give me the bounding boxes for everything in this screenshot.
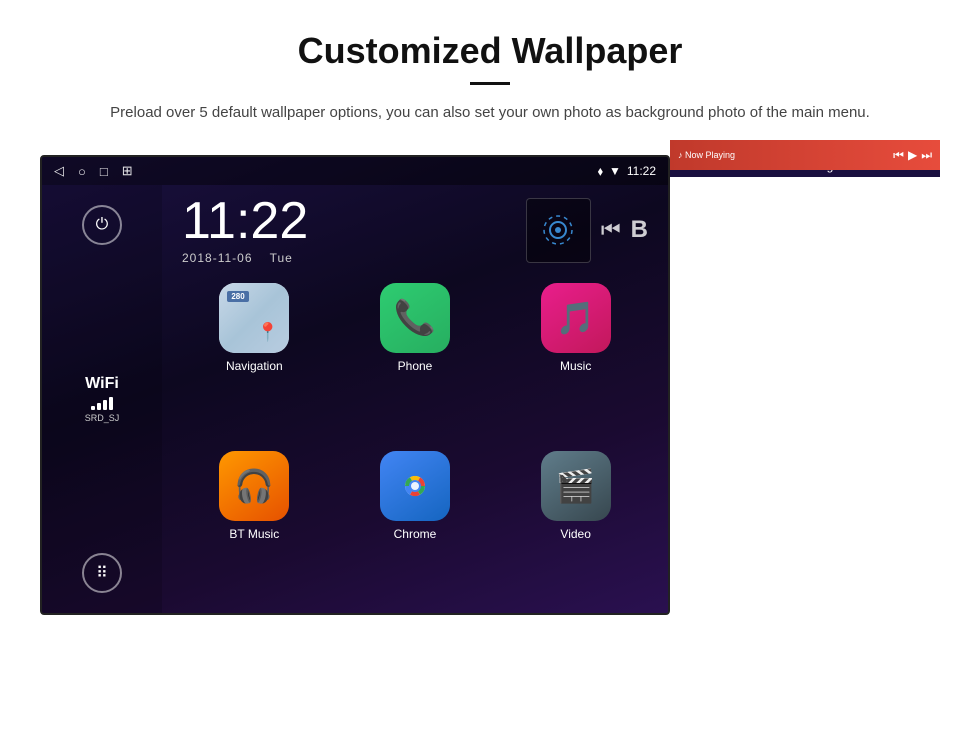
- power-icon: ⏻: [96, 216, 109, 234]
- prev-track-icon[interactable]: ⏮: [601, 217, 621, 243]
- chrome-logo: [393, 464, 437, 508]
- apps-grid-icon: ⠿: [96, 563, 108, 583]
- app-item-video[interactable]: 🎬 Video: [503, 451, 648, 603]
- phone-icon: 📞: [380, 283, 450, 353]
- wifi-bars: [85, 396, 120, 410]
- wifi-label: WiFi: [85, 375, 120, 393]
- app-item-phone[interactable]: 📞 Phone: [343, 283, 488, 435]
- nav-recents-icon: □: [100, 164, 108, 179]
- location-icon: ⬧: [598, 164, 603, 179]
- app-item-btmusic[interactable]: 🎧 BT Music: [182, 451, 327, 603]
- wifi-bar-3: [103, 400, 107, 410]
- composite-display: ◁ ○ □ ⊞ ⬧ ▼ 11:22 ⏻ WiFi: [40, 155, 940, 615]
- navigation-label: Navigation: [226, 359, 283, 373]
- video-icon: 🎬: [541, 451, 611, 521]
- music-icon: 🎵: [541, 283, 611, 353]
- media-b-label: B: [631, 216, 648, 244]
- nav-back-icon: ◁: [54, 163, 64, 179]
- navigation-icon: 280 📍: [219, 283, 289, 353]
- page-title: Customized Wallpaper: [110, 30, 870, 72]
- apps-button[interactable]: ⠿: [82, 553, 122, 593]
- clock-time: 11:22: [182, 195, 308, 247]
- video-label: Video: [560, 527, 590, 541]
- wifi-info: WiFi SRD_SJ: [85, 375, 120, 423]
- music-note-icon: 🎵: [556, 299, 596, 337]
- phone-label: Phone: [398, 359, 433, 373]
- app-item-navigation[interactable]: 280 📍 Navigation: [182, 283, 327, 435]
- wifi-bar-2: [97, 403, 101, 410]
- nav-home-icon: ○: [78, 164, 86, 179]
- strip-prev-icon[interactable]: ⏮: [893, 148, 904, 163]
- chrome-label: Chrome: [394, 527, 437, 541]
- app-grid: 280 📍 Navigation 📞 Phone: [162, 273, 668, 613]
- phone-emoji: 📞: [394, 298, 436, 338]
- wifi-ssid: SRD_SJ: [85, 413, 120, 423]
- media-strip-title: ♪ Now Playing: [678, 150, 735, 160]
- clock-date: 2018-11-06 Tue: [182, 251, 308, 265]
- btmusic-icon: 🎧: [219, 451, 289, 521]
- status-right: ⬧ ▼ 11:22: [598, 164, 656, 179]
- power-button[interactable]: ⏻: [82, 205, 122, 245]
- page-subtitle: Preload over 5 default wallpaper options…: [110, 101, 870, 125]
- wifi-bar-1: [91, 406, 95, 410]
- btmusic-label: BT Music: [229, 527, 279, 541]
- wifi-bar-4: [109, 397, 113, 410]
- title-divider: [470, 82, 510, 85]
- nav-menu-icon: ⊞: [122, 163, 133, 179]
- map-road-label: 280: [227, 291, 248, 302]
- media-icons: ⏮ B: [526, 198, 648, 263]
- media-strip-controls: ⏮ ▶ ⏭: [893, 148, 932, 163]
- chrome-icon: [380, 451, 450, 521]
- map-pin-icon: 📍: [257, 322, 279, 343]
- media-box: [526, 198, 591, 263]
- device-main: 11:22 2018-11-06 Tue: [162, 185, 668, 613]
- strip-play-icon[interactable]: ▶: [908, 148, 917, 163]
- clock-area: 11:22 2018-11-06 Tue: [162, 185, 668, 273]
- android-device: ◁ ○ □ ⊞ ⬧ ▼ 11:22 ⏻ WiFi: [40, 155, 670, 615]
- status-bar: ◁ ○ □ ⊞ ⬧ ▼ 11:22: [42, 157, 668, 185]
- device-sidebar: ⏻ WiFi SRD_SJ ⠿: [42, 185, 162, 613]
- wifi-status-icon: ▼: [609, 164, 621, 178]
- device-body: ⏻ WiFi SRD_SJ ⠿: [42, 185, 668, 613]
- status-left: ◁ ○ □ ⊞: [54, 163, 133, 179]
- app-item-chrome[interactable]: Chrome: [343, 451, 488, 603]
- bluetooth-icon: 🎧: [234, 467, 274, 505]
- clapper-icon: 🎬: [556, 467, 596, 505]
- media-strip: ♪ Now Playing ⏮ ▶ ⏭: [670, 140, 940, 170]
- music-label: Music: [560, 359, 591, 373]
- page-header: Customized Wallpaper Preload over 5 defa…: [50, 0, 930, 145]
- clock-block: 11:22 2018-11-06 Tue: [182, 195, 308, 265]
- status-time: 11:22: [627, 164, 656, 178]
- strip-next-icon[interactable]: ⏭: [921, 148, 932, 163]
- app-item-music[interactable]: 🎵 Music: [503, 283, 648, 435]
- wireless-icon: [540, 212, 576, 248]
- wallpaper-panels: ♪ Now Playing ⏮ ▶ ⏭ CarSetting: [670, 155, 940, 177]
